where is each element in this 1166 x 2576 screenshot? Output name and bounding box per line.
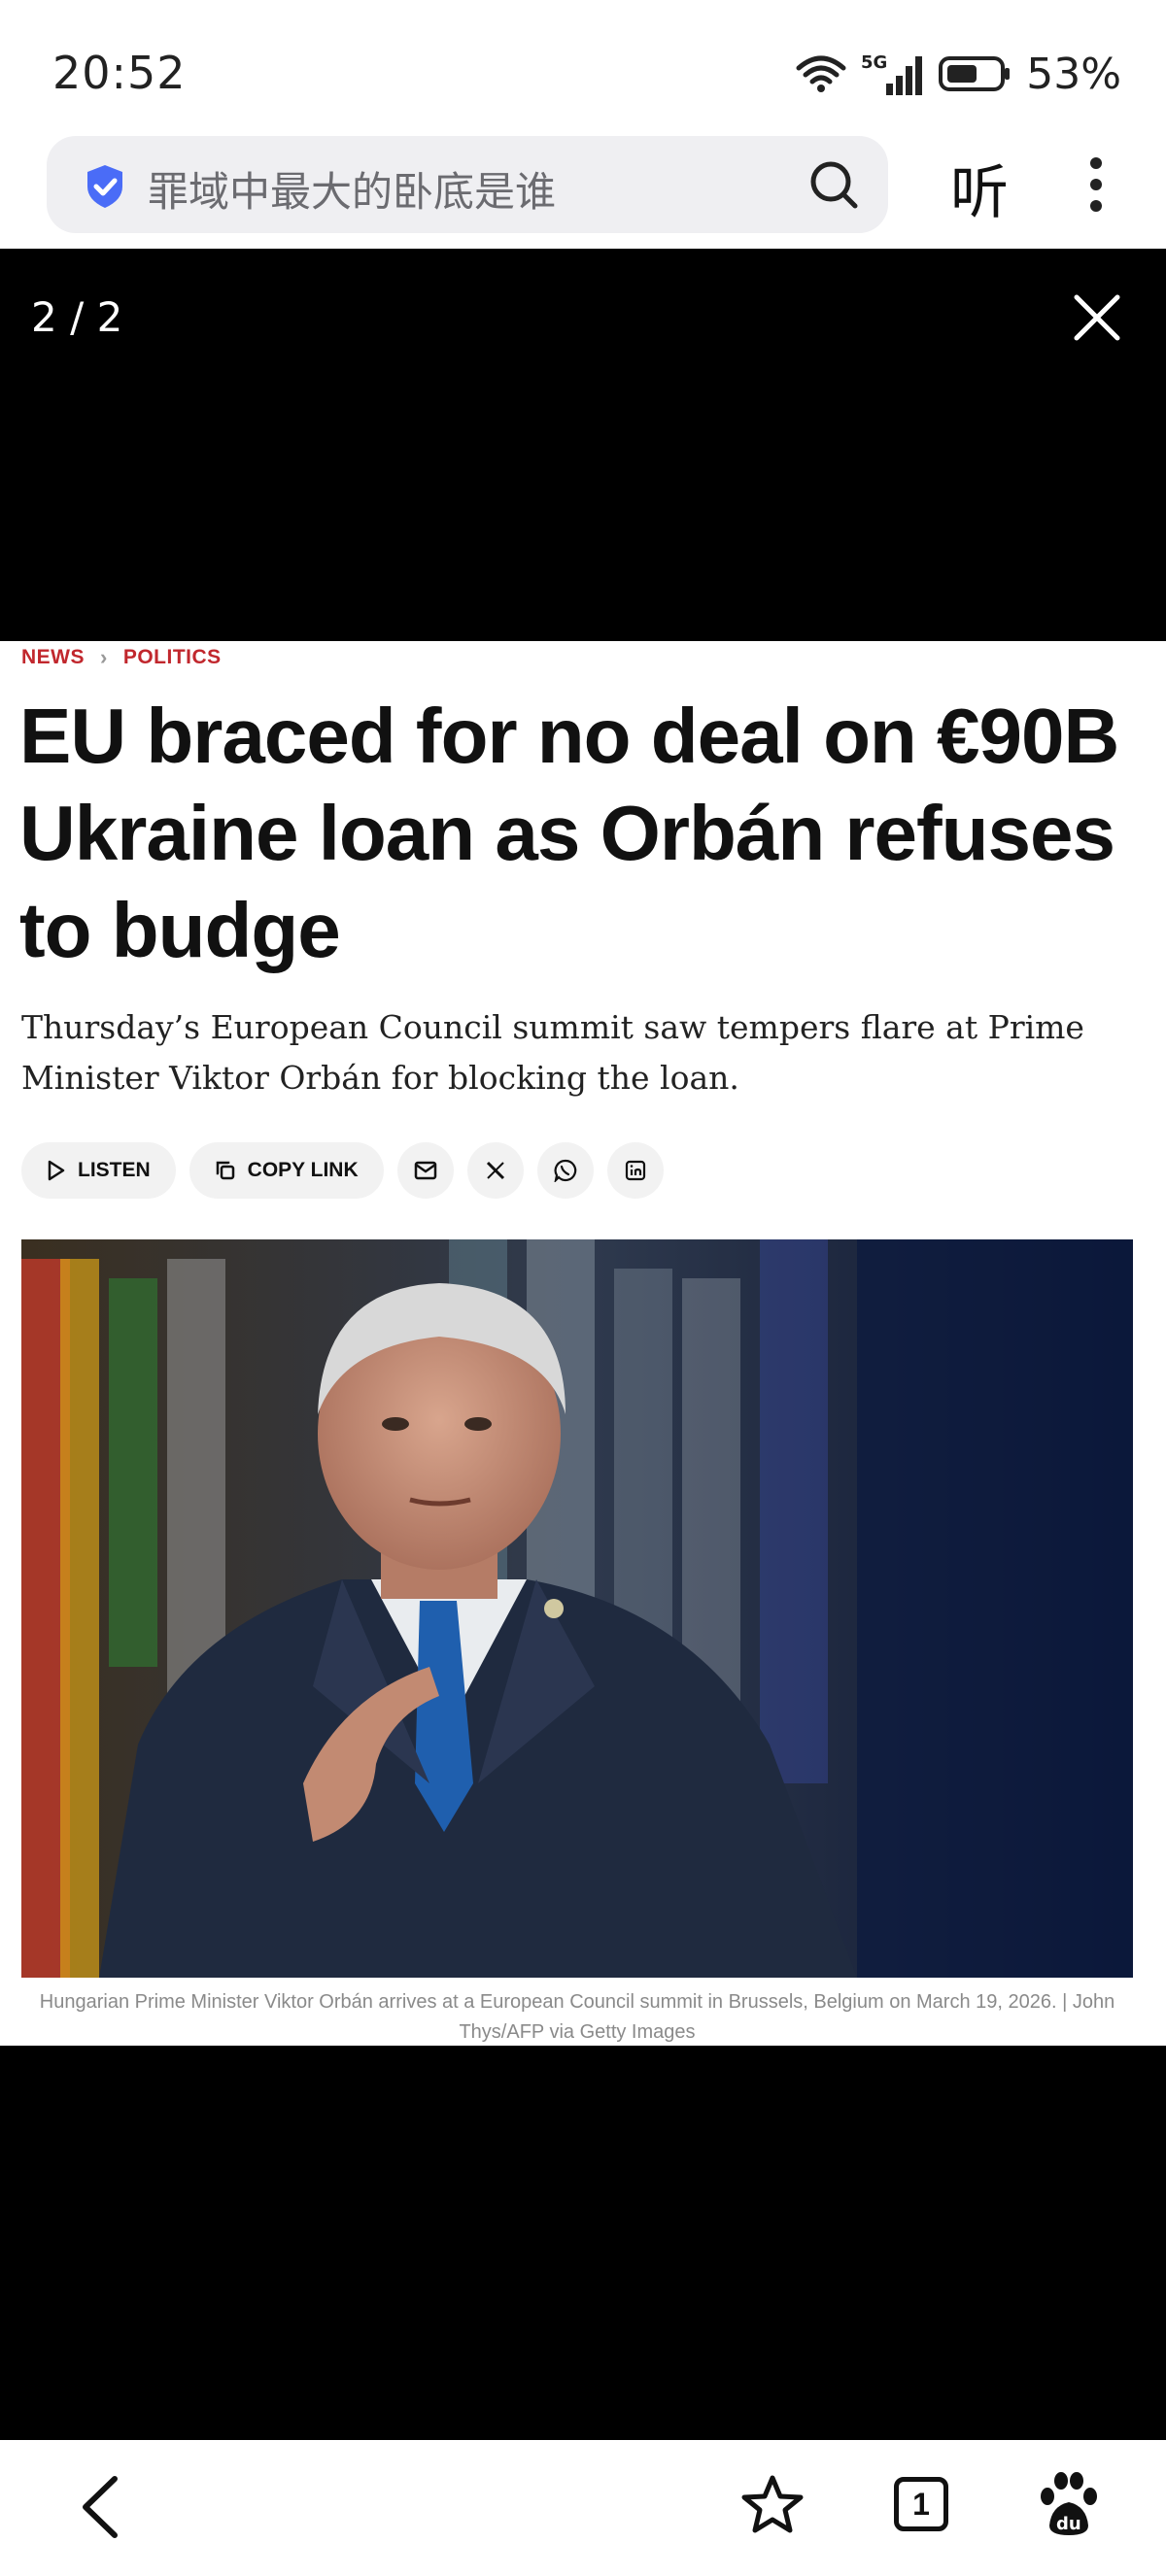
bottom-nav: 1 du — [0, 2440, 1166, 2576]
photo-caption: Hungarian Prime Minister Viktor Orbán ar… — [39, 1991, 1115, 2043]
star-icon[interactable] — [740, 2473, 805, 2537]
search-icon[interactable] — [808, 159, 859, 210]
tabs-icon[interactable]: 1 — [894, 2477, 948, 2531]
linkedin-share-button[interactable] — [606, 1142, 664, 1199]
share-toolbar: LISTEN COPY LINK — [21, 1142, 664, 1199]
breadcrumb-news[interactable]: NEWS — [21, 646, 85, 669]
shield-icon — [87, 165, 122, 208]
breadcrumb-politics[interactable]: POLITICS — [123, 646, 222, 669]
status-icons: 5G 53% — [795, 45, 1121, 103]
wifi-icon — [796, 55, 846, 92]
more-icon[interactable] — [1086, 155, 1106, 214]
x-icon — [486, 1161, 504, 1180]
listen-article-button[interactable]: LISTEN — [21, 1142, 176, 1199]
breadcrumb: NEWS › POLITICS — [21, 645, 222, 670]
play-icon — [48, 1160, 65, 1181]
whatsapp-icon — [554, 1159, 576, 1182]
image-viewer-footer — [0, 2046, 1166, 2440]
svg-text:du: du — [1056, 2514, 1081, 2534]
copy-link-button[interactable]: COPY LINK — [189, 1142, 384, 1199]
network-type: 5G — [861, 52, 887, 73]
baidu-paw-icon[interactable]: du — [1038, 2469, 1100, 2537]
status-time: 20:52 — [52, 47, 187, 99]
email-share-button[interactable] — [396, 1142, 454, 1199]
article-headline: EU braced for no deal on €90B Ukraine lo… — [19, 693, 1119, 973]
whatsapp-share-button[interactable] — [536, 1142, 594, 1199]
copy-icon — [216, 1161, 234, 1180]
search-bar[interactable]: 罪域中最大的卧底是谁 — [47, 136, 888, 233]
copy-link-label: COPY LINK — [247, 1159, 359, 1181]
listen-label: LISTEN — [78, 1159, 151, 1181]
email-icon — [414, 1161, 436, 1180]
x-share-button[interactable] — [466, 1142, 524, 1199]
article-photo — [21, 1239, 1133, 1978]
search-query: 罪域中最大的卧底是谁 — [148, 168, 557, 216]
article-dek: Thursday’s European Council summit saw t… — [21, 1008, 1084, 1097]
battery-icon — [939, 56, 1011, 91]
article-snapshot: NEWS › POLITICS EU braced for no deal on… — [0, 641, 1166, 2046]
linkedin-icon — [625, 1160, 645, 1181]
status-bar: 20:52 5G 53% — [0, 0, 1166, 136]
listen-button[interactable]: 听 — [950, 146, 1009, 230]
battery-percent: 53% — [1026, 49, 1121, 99]
orban-photo — [21, 1239, 1133, 1978]
back-icon[interactable] — [78, 2475, 122, 2539]
chevron-right-icon: › — [100, 645, 108, 669]
image-counter: 2 / 2 — [31, 293, 123, 341]
close-icon[interactable] — [1073, 293, 1121, 342]
signal-icon: 5G — [861, 52, 923, 95]
image-viewer-header: 2 / 2 — [0, 249, 1166, 641]
